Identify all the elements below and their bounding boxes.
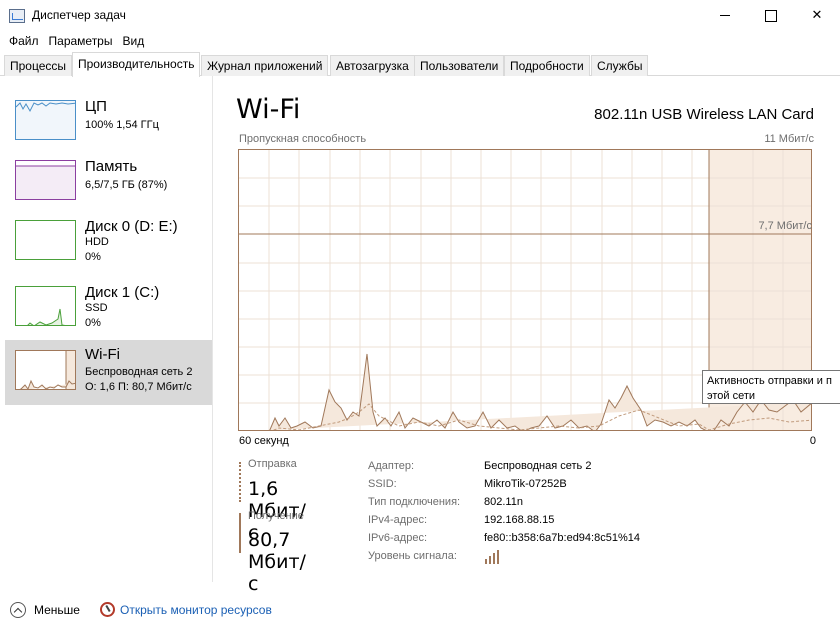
graph-tooltip: Активность отправки и п этой сети (702, 370, 840, 404)
property-value: MikroTik-07252B (484, 478, 567, 490)
sidebar-item-label: ЦП (85, 98, 107, 115)
property-key: IPv4-адрес: (368, 514, 428, 526)
fewer-details-button[interactable]: Меньше (34, 603, 80, 617)
sidebar-item-detail: 6,5/7,5 ГБ (87%) (85, 179, 168, 191)
graph-zero-label: 0 (809, 435, 816, 447)
property-row: IPv4-адрес: 192.168.88.15 (368, 514, 828, 532)
menu-view[interactable]: Вид (117, 31, 149, 52)
disk0-thumbnail-graph (15, 220, 76, 260)
property-row: SSID: MikroTik-07252B (368, 478, 828, 496)
sidebar-item-type: Беспроводная сеть 2 (85, 366, 193, 378)
tab-performance[interactable]: Производительность (72, 52, 201, 77)
tab-processes[interactable]: Процессы (4, 55, 73, 76)
sidebar-item-memory[interactable]: Память 6,5/7,5 ГБ (87%) (5, 156, 212, 220)
menu-bar: Файл Параметры Вид (0, 31, 840, 52)
property-key: Тип подключения: (368, 496, 461, 508)
maximize-button[interactable] (748, 0, 794, 31)
graph-mid-label: 7,7 Мбит/с (758, 220, 812, 232)
tab-users[interactable]: Пользователи (414, 55, 505, 76)
wifi-thumbnail-graph (15, 350, 76, 390)
graph-time-label: 60 секунд (239, 435, 289, 447)
tooltip-line1: Активность отправки и п (707, 375, 832, 387)
adapter-name: 802.11n USB Wireless LAN Card (594, 106, 814, 123)
memory-thumbnail-graph (15, 160, 76, 200)
receive-label: Получение (248, 510, 304, 522)
tab-startup[interactable]: Автозагрузка (330, 55, 415, 76)
sidebar-item-type: SSD (85, 302, 108, 314)
task-manager-icon (9, 9, 25, 23)
property-row: Тип подключения: 802.11n (368, 496, 828, 514)
tab-services[interactable]: Службы (591, 55, 649, 76)
disk1-thumbnail-graph (15, 286, 76, 326)
sidebar-item-label: Wi-Fi (85, 346, 120, 363)
property-key: Адаптер: (368, 460, 415, 472)
property-value: Беспроводная сеть 2 (484, 460, 592, 472)
sidebar-item-label: Диск 0 (D: E:) (85, 218, 178, 235)
sidebar-item-label: Память (85, 158, 138, 175)
receive-legend-marker (239, 513, 241, 553)
send-label: Отправка (248, 458, 297, 470)
receive-value: 80,7 Мбит/с (248, 529, 306, 595)
property-key: SSID: (368, 478, 397, 490)
footer: Меньше Открыть монитор ресурсов (0, 592, 840, 632)
sidebar-item-label: Диск 1 (C:) (85, 284, 160, 301)
tab-app-history[interactable]: Журнал приложений (201, 55, 329, 76)
cpu-thumbnail-graph (15, 100, 76, 140)
sidebar-item-detail: О: 1,6 П: 80,7 Мбит/с (85, 381, 192, 393)
open-resource-monitor-link[interactable]: Открыть монитор ресурсов (120, 603, 272, 617)
resource-list: ЦП 100% 1,54 ГГц Память 6,5/7,5 ГБ (87%)… (0, 76, 213, 582)
graph-max-label: 11 Мбит/с (764, 133, 814, 145)
menu-file[interactable]: Файл (4, 31, 44, 52)
performance-panel: Wi-Fi 802.11n USB Wireless LAN Card Проп… (214, 76, 840, 595)
property-value: 802.11n (484, 496, 523, 508)
graph-title: Пропускная способность (239, 133, 367, 145)
chevron-up-icon[interactable] (10, 602, 26, 618)
sidebar-item-detail: 0% (85, 251, 101, 263)
window-title: Диспетчер задач (32, 8, 126, 22)
property-value: 192.168.88.15 (484, 514, 555, 526)
sidebar-item-cpu[interactable]: ЦП 100% 1,54 ГГц (5, 96, 212, 160)
tab-bar: Процессы Производительность Журнал прило… (0, 52, 840, 77)
menu-options[interactable]: Параметры (44, 31, 118, 52)
title-bar: Диспетчер задач (0, 0, 840, 31)
property-value: fe80::b358:6a7b:ed94:8c51%14 (484, 532, 640, 544)
sidebar-item-wifi[interactable]: Wi-Fi Беспроводная сеть 2 О: 1,6 П: 80,7… (5, 340, 212, 405)
page-title: Wi-Fi (236, 94, 301, 125)
property-key: Уровень сигнала: (368, 550, 457, 562)
sidebar-item-disk1[interactable]: Диск 1 (C:) SSD 0% (5, 282, 212, 346)
property-row: IPv6-адрес: fe80::b358:6a7b:ed94:8c51%14 (368, 532, 828, 550)
minimize-button[interactable] (702, 0, 748, 31)
property-row: Уровень сигнала: (368, 550, 828, 568)
sidebar-item-type: HDD (85, 236, 109, 248)
tooltip-line2: этой сети (707, 390, 756, 402)
sidebar-item-detail: 100% 1,54 ГГц (85, 119, 159, 131)
send-legend-marker (239, 462, 241, 502)
property-row: Адаптер: Беспроводная сеть 2 (368, 460, 828, 478)
tab-details[interactable]: Подробности (504, 55, 590, 76)
resource-monitor-icon[interactable] (100, 602, 115, 617)
sidebar-item-detail: 0% (85, 317, 101, 329)
property-key: IPv6-адрес: (368, 532, 428, 544)
signal-strength-icon (484, 548, 502, 567)
sidebar-item-disk0[interactable]: Диск 0 (D: E:) HDD 0% (5, 216, 212, 280)
close-button[interactable] (794, 0, 840, 31)
